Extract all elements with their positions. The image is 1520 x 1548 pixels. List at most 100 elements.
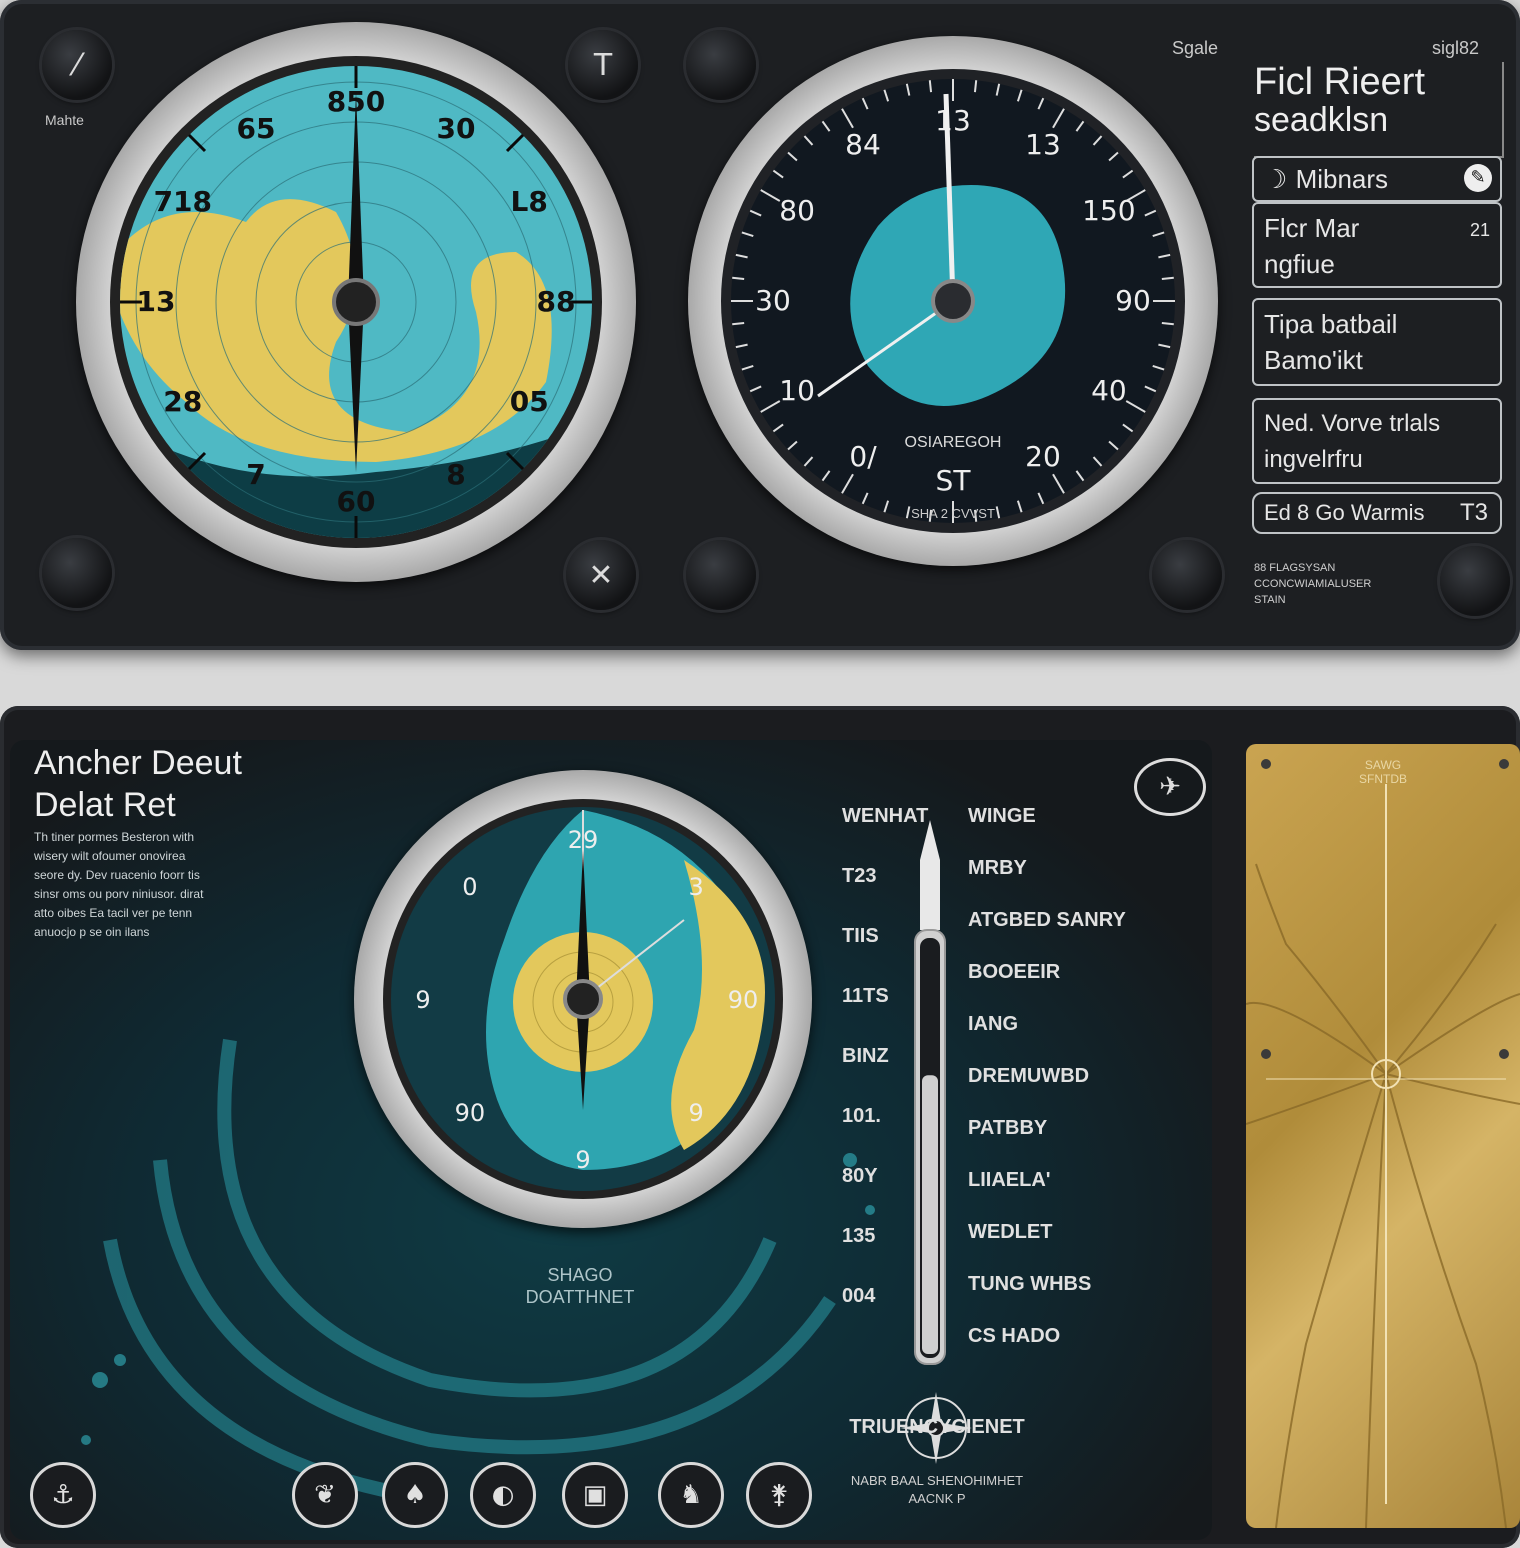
dial-number: 13 [137, 285, 176, 318]
serial-label: sigl82 [1432, 38, 1480, 58]
description-text: Th tiner pormes Besteron with wisery wilt… [34, 828, 274, 942]
sidebar-item-warnings[interactable]: Ed 8 Go Warmis T3 [1252, 492, 1502, 534]
radar-gauge-right: 13 13 150 90 40 20 ST 0/10 30 80 84 OSIAREGOH SHA … [688, 36, 1218, 566]
knob-blank-icon [1440, 546, 1510, 616]
dial-number: 90 [728, 986, 759, 1014]
scale-label: LIIAELA' [968, 1169, 1051, 1191]
ship-icon[interactable]: ⚵ [746, 1462, 812, 1528]
dial-number: 65 [237, 112, 276, 145]
sidebar-item-mibnars[interactable]: ☽ Mibnars ✎ [1252, 156, 1502, 202]
dial-number: 90 [1115, 284, 1151, 317]
dial-number: 9 [575, 1146, 590, 1174]
octopus-icon[interactable]: ❦ [292, 1462, 358, 1528]
scale-label: WENHAT [842, 805, 929, 827]
footer-line: CCONCWIAMIALUSER [1254, 578, 1372, 590]
crescent-icon: ☽ [1264, 165, 1296, 195]
radar-caption: OSIAREGOH [904, 434, 1002, 451]
scale-label: MRBY [968, 857, 1027, 879]
brass-label: SAWG SFNTDB [1246, 758, 1520, 786]
depth-thermometer [910, 820, 950, 1366]
sidebar-heading: Ficl Rieert [1254, 61, 1426, 103]
scale-label: PATBBY [968, 1117, 1048, 1139]
page-title: Ancher Deeut Delat Ret [34, 742, 242, 826]
dial-number: 7 [246, 458, 265, 491]
dial-number: 80 [779, 194, 815, 227]
sonar-gauge: 29 3 90 9 9 90 9 0 [354, 770, 812, 1228]
brass-seismic-plate: SAWG SFNTDB [1246, 744, 1520, 1528]
dial-number: 13 [935, 104, 971, 137]
dial-number: 10 [779, 374, 815, 407]
sidebar-footer: 88 FLAGSYSAN CCONCWIAMIALUSER STAIN [1254, 560, 1371, 608]
sidebar-item-label: ngfiue [1264, 249, 1335, 279]
fish-icon[interactable]: ◐ [470, 1462, 536, 1528]
sidebar-item-value: 21 [1469, 220, 1490, 240]
scale-label: CS HADO [968, 1325, 1061, 1347]
bottom-icon-bar: ⚓ ❦ ♠ ◐ ▣ ♞ ⚵ [30, 1462, 830, 1532]
sidebar-subheading: seadklsn [1254, 101, 1389, 139]
brass-label-line: SAWG [1364, 758, 1402, 772]
description-line: atto oibes Ea tacil ver pe tenn [34, 906, 193, 920]
sonar-caption: SHAGO DOATTHNET [470, 1264, 690, 1308]
scale-label: 101. [842, 1105, 881, 1127]
sidebar-item-label: Ed 8 Go Warmis [1264, 500, 1425, 525]
description-line: seore dy. Dev ruacenio foorr tis [34, 868, 200, 882]
dial-number: 150 [1082, 194, 1135, 227]
scale-label: ATGBED SANRY [968, 909, 1126, 931]
dial-number: 9 [415, 986, 430, 1014]
description-line: sinsr oms ou porv niniusor. dirat [34, 887, 204, 901]
dial-number: 8 [446, 458, 465, 491]
dial-number: 9 [688, 1099, 703, 1127]
scale-label: 004 [842, 1285, 876, 1307]
compass-sublabel: NABR BAAL SHENOHIMHET AACNK P [832, 1472, 1042, 1508]
scale-label: DREMUWBD [968, 1065, 1090, 1087]
sidebar-item-value: T3 [1459, 499, 1488, 526]
dial-number: 30 [437, 112, 476, 145]
sidebar-item-tipa[interactable]: Tipa batbail Bamo'ikt [1252, 298, 1502, 386]
scale-label: TUNG WHBS [968, 1273, 1092, 1295]
scale-label: 135 [842, 1225, 876, 1247]
compass-label: TRIUENCYCIENET [849, 1416, 1025, 1438]
sidebar-item-label: Tipa batbail [1264, 309, 1398, 339]
description-line: wisery wilt ofoumer onovirea [34, 849, 186, 863]
description-line: Th tiner pormes Besteron with [34, 830, 195, 844]
dial-number: 28 [163, 385, 202, 418]
caption-line: DOATTHNET [525, 1287, 635, 1307]
dial-number: 05 [510, 385, 549, 418]
scale-label: WINGE [968, 805, 1036, 827]
dial-number: 88 [537, 285, 576, 318]
aircraft-icon[interactable]: ✈ [1134, 758, 1206, 816]
compass-subline: AACNK P [908, 1491, 966, 1506]
pen-icon: ✎ [1464, 164, 1492, 192]
scale-label: BINZ [842, 1045, 889, 1067]
scale-label: 11TS [842, 985, 889, 1007]
footer-line: 88 FLAGSYSAN [1254, 562, 1336, 574]
scale-label: T23 [842, 865, 877, 887]
dial-number: 84 [845, 128, 881, 161]
dial-number: 30 [755, 284, 791, 317]
description-line: anuocjo p se oin ilans [34, 925, 150, 939]
sidebar-heading-box: Ficl Rieert seadklsn [1254, 62, 1504, 158]
sidebar-item-label: Mibnars [1295, 164, 1389, 194]
tank-icon[interactable]: ▣ [562, 1462, 628, 1528]
sidebar-item-ned[interactable]: Ned. Vorve trlals ingvelrfru [1252, 398, 1502, 484]
scale-label: IANG [968, 1013, 1018, 1035]
title-line: Delat Ret [34, 786, 176, 824]
buoy-icon[interactable]: ♞ [658, 1462, 724, 1528]
knob-bottom-right-b[interactable] [1440, 546, 1510, 616]
sidebar-item-label: Flcr Mar [1264, 213, 1360, 243]
title-line: Ancher Deeut [34, 744, 242, 782]
caption-line: SHAGO [547, 1265, 613, 1285]
scale-label: BOOEEIR [968, 961, 1061, 983]
anchor-icon[interactable]: ⚓ [30, 1462, 96, 1528]
map-gauge-left: 85030L888058607281371865 [76, 22, 636, 582]
dial-number: 90 [455, 1099, 486, 1127]
sidebar-item-flcr[interactable]: Flcr Mar ngfiue 21 [1252, 202, 1502, 288]
dial-number: L8 [511, 185, 548, 218]
scale-label: TIIS [842, 925, 879, 947]
diver-icon[interactable]: ♠ [382, 1462, 448, 1528]
scale-label: WEDLET [968, 1221, 1053, 1243]
dial-number: 13 [1025, 128, 1061, 161]
dial-number: 3 [688, 873, 703, 901]
dial-number: 0 [462, 873, 477, 901]
compass-subline: NABR BAAL SHENOHIMHET [850, 1473, 1024, 1488]
